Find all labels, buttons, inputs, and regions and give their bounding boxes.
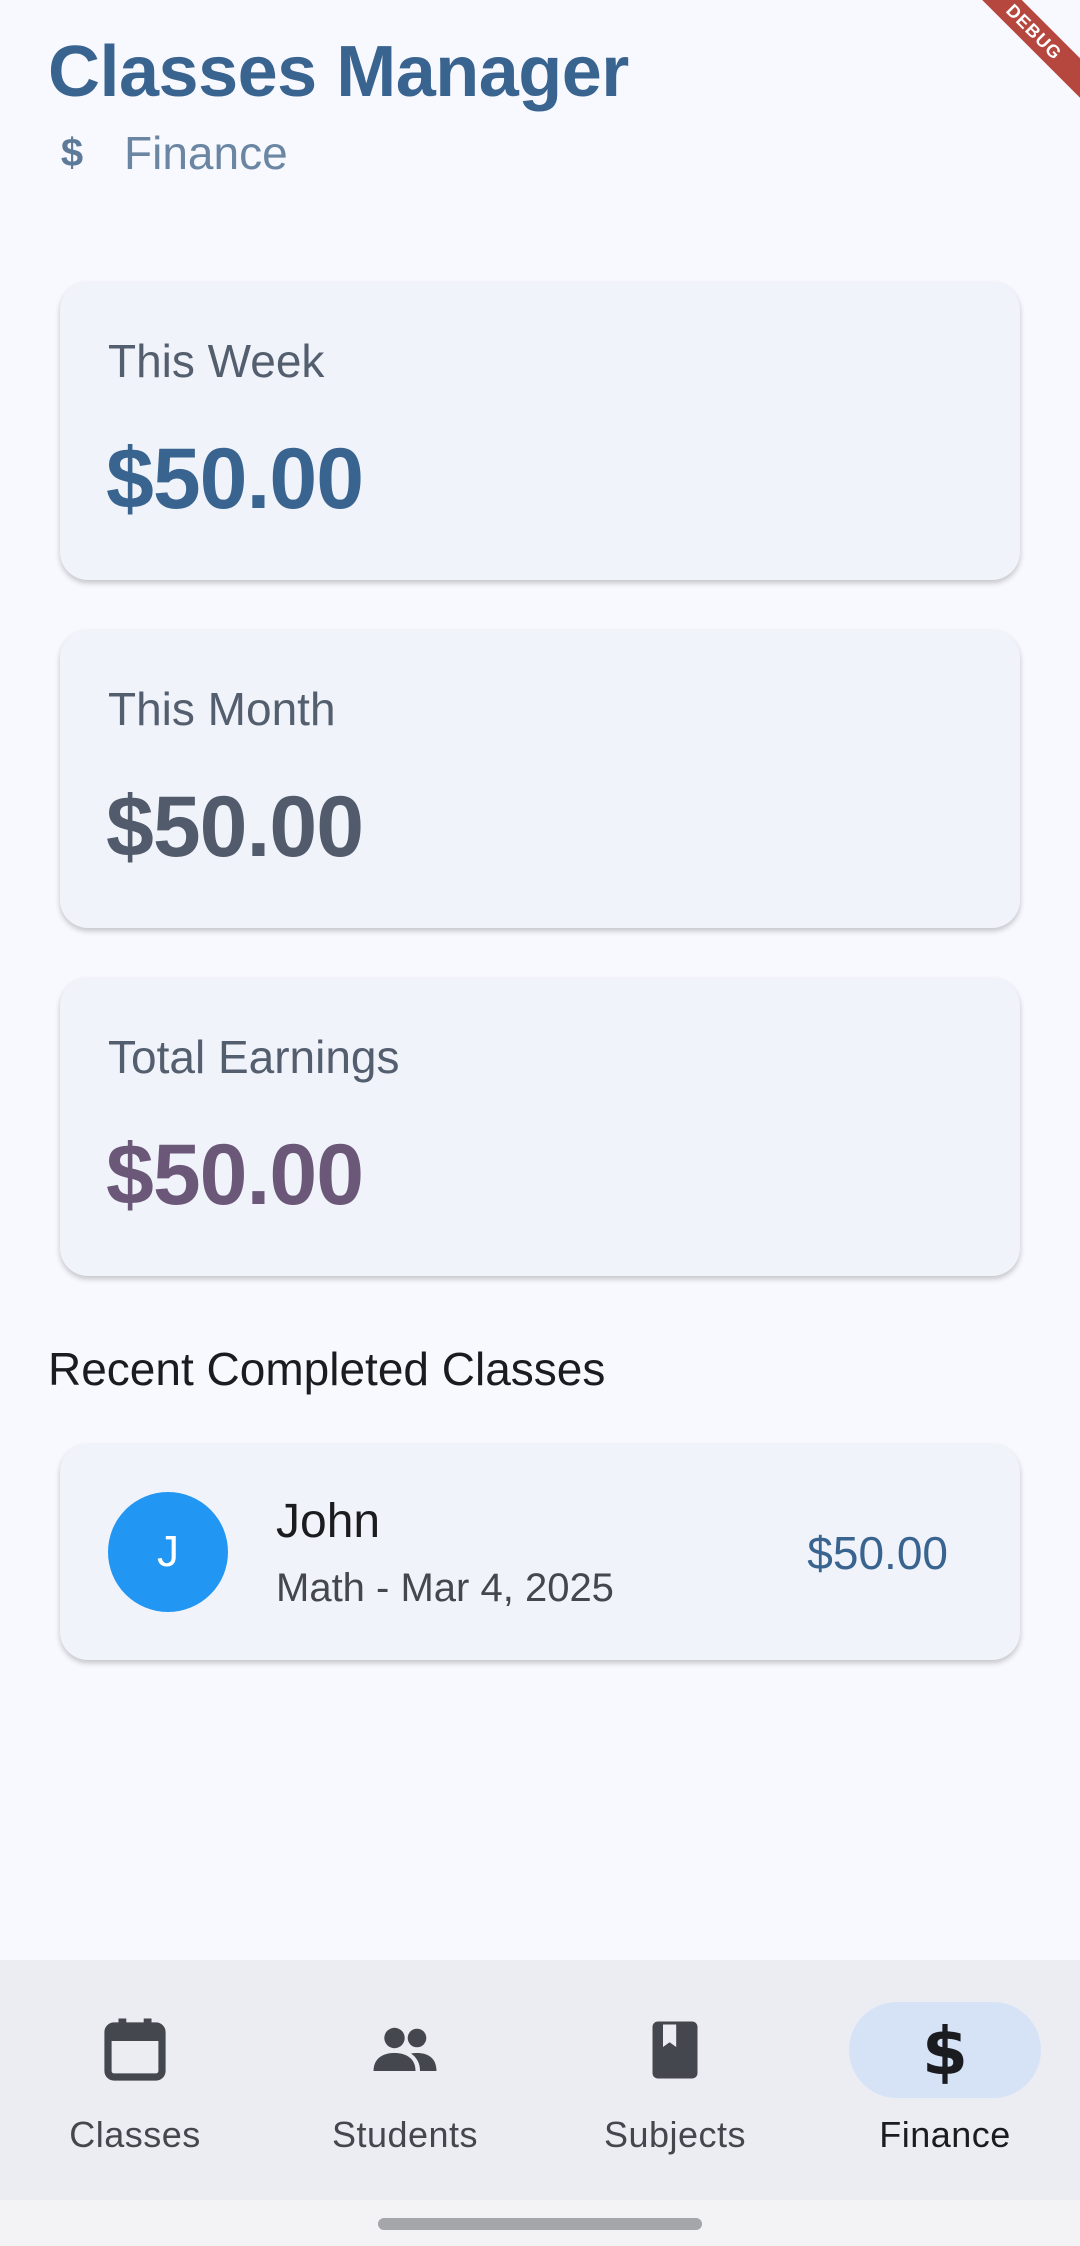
- total-earnings-card: Total Earnings $50.00: [60, 978, 1020, 1276]
- avatar: J: [108, 1492, 228, 1612]
- list-item[interactable]: J John Math - Mar 4, 2025 $50.00: [60, 1444, 1020, 1660]
- book-icon: [652, 2021, 698, 2079]
- home-gesture-handle[interactable]: [378, 2218, 702, 2230]
- class-detail: Math - Mar 4, 2025: [276, 1566, 614, 1610]
- nav-item-finance[interactable]: $ Finance: [810, 1960, 1080, 2200]
- total-earnings-label: Total Earnings: [108, 1031, 400, 1083]
- dollar-icon: $: [922, 2014, 968, 2086]
- this-month-amount: $50.00: [106, 779, 364, 875]
- app-title: Classes Manager: [48, 32, 629, 112]
- this-week-label: This Week: [108, 335, 325, 387]
- page-subtitle-label: Finance: [124, 127, 288, 179]
- this-week-card: This Week $50.00: [60, 282, 1020, 580]
- nav-icon-container: [579, 2002, 771, 2098]
- page-subtitle: $ Finance: [48, 126, 629, 180]
- nav-label-subjects: Subjects: [603, 2114, 747, 2155]
- nav-icon-container: $: [849, 2002, 1041, 2098]
- nav-icon-container: [309, 2002, 501, 2098]
- nav-icon-container: [39, 2002, 231, 2098]
- avatar-initial: J: [157, 1527, 179, 1576]
- total-earnings-amount: $50.00: [106, 1127, 364, 1223]
- nav-item-classes[interactable]: Classes: [0, 1960, 270, 2200]
- people-icon: [373, 2027, 437, 2071]
- debug-banner: DEBUG: [960, 0, 1080, 120]
- nav-item-subjects[interactable]: Subjects: [540, 1960, 810, 2200]
- nav-label-classes: Classes: [69, 2114, 201, 2155]
- dollar-icon: $: [60, 130, 84, 175]
- debug-banner-label: DEBUG: [960, 0, 1080, 106]
- nav-label-students: Students: [331, 2114, 479, 2155]
- student-name: John: [276, 1495, 381, 1548]
- bottom-navigation: Classes Students Subjects $ Finance: [0, 1960, 1080, 2200]
- this-week-amount: $50.00: [106, 431, 364, 527]
- class-amount: $50.00: [807, 1527, 948, 1579]
- svg-text:$: $: [922, 2014, 968, 2086]
- nav-label-finance: Finance: [879, 2114, 1011, 2155]
- nav-item-students[interactable]: Students: [270, 1960, 540, 2200]
- this-month-label: This Month: [108, 683, 336, 735]
- recent-completed-classes-title: Recent Completed Classes: [48, 1343, 606, 1395]
- this-month-card: This Month $50.00: [60, 630, 1020, 928]
- calendar-icon: [104, 2018, 166, 2081]
- page-header: Classes Manager $ Finance: [48, 30, 629, 180]
